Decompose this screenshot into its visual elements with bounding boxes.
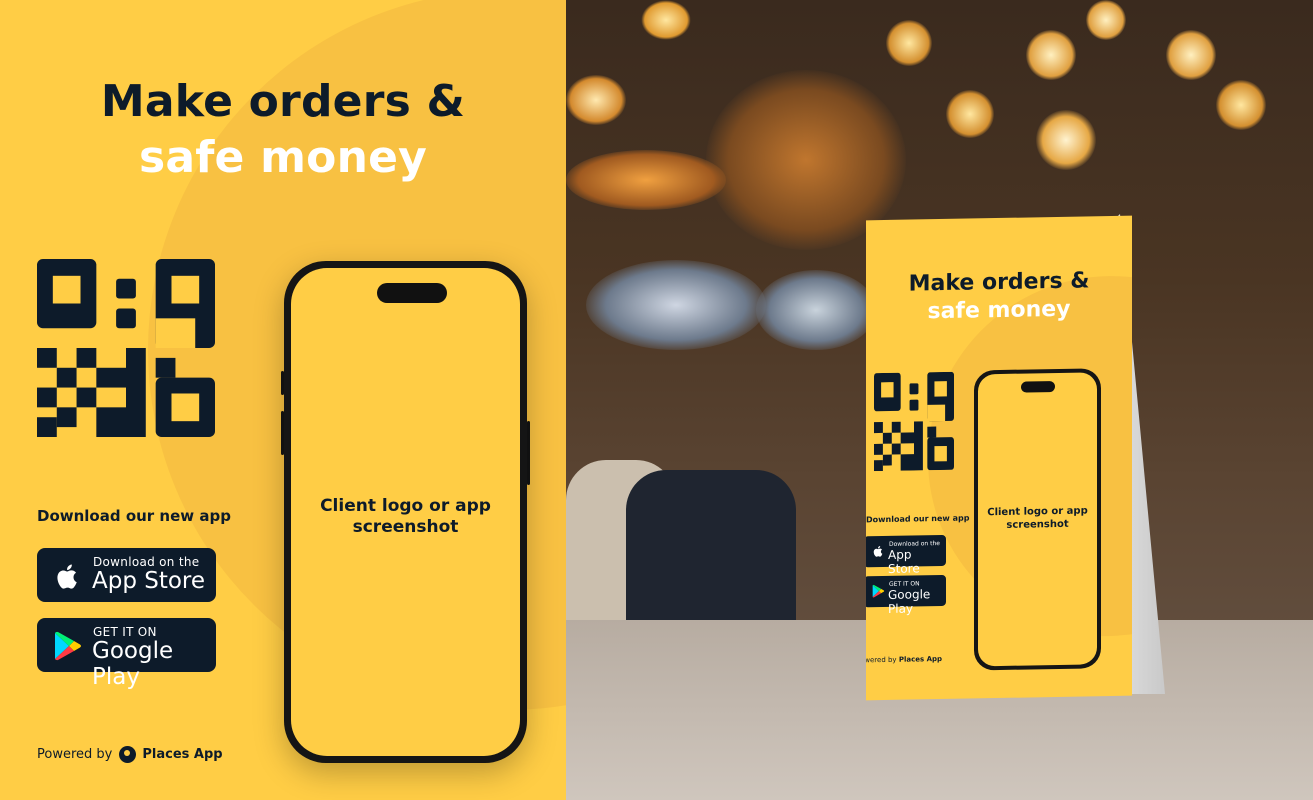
phone-mockup: Client logo or app screenshot	[281, 261, 530, 763]
headline-line-1: Make orders &	[100, 76, 466, 127]
bokeh-light	[566, 75, 626, 125]
tent-headline-line-1: Make orders &	[908, 268, 1090, 297]
qr-code[interactable]	[37, 259, 215, 437]
apple-icon	[873, 545, 883, 557]
bokeh-light	[1086, 0, 1126, 40]
google-play-big-text: Google Play	[92, 638, 174, 690]
google-play-button[interactable]: GET IT ON Google Play	[37, 618, 216, 690]
flyer-panel: Make orders & safe money Download our ne…	[0, 0, 566, 800]
tent-qr-code	[874, 371, 954, 472]
phone-side-button	[527, 421, 530, 485]
bokeh-light	[641, 0, 691, 40]
tent-phone-placeholder-text: Client logo or app screenshot	[987, 505, 1088, 531]
tent-google-play-big: Google Play	[888, 587, 931, 616]
tent-phone-screen: Client logo or app screenshot	[978, 372, 1097, 667]
phone-notch	[377, 283, 447, 303]
tent-powered-by: Powered by Places App	[866, 655, 942, 665]
bokeh-light	[1166, 30, 1216, 80]
tent-app-store-badge: Download on the App Store	[866, 534, 946, 576]
google-play-icon	[872, 584, 885, 598]
powered-by-label: Powered by	[37, 747, 113, 762]
powered-by: Powered by Places App	[37, 746, 223, 763]
tent-card: Make orders & safe money Download our ne…	[866, 215, 1132, 701]
bokeh-light	[1026, 30, 1076, 80]
tent-download-label: Download our new app	[866, 513, 970, 525]
phone-placeholder-text: Client logo or app screenshot	[320, 496, 491, 537]
bokeh-light	[1216, 80, 1266, 130]
apple-icon	[57, 564, 77, 589]
bokeh-light	[586, 260, 766, 350]
places-app-logo-icon	[119, 746, 137, 763]
google-play-icon	[55, 631, 81, 661]
tent-google-play-badge: GET IT ON Google Play	[866, 574, 946, 616]
bokeh-light	[756, 270, 876, 350]
tent-powered-by-label: Powered by	[866, 655, 897, 665]
google-play-small-text: GET IT ON	[93, 625, 157, 639]
phone-side-button	[281, 371, 284, 395]
bokeh-light	[886, 20, 932, 66]
phone-side-button	[281, 411, 284, 455]
flyer-showcase: Make orders & safe money Download our ne…	[0, 0, 1313, 800]
headline-line-2: safe money	[138, 132, 428, 183]
bokeh-light	[1036, 110, 1096, 170]
bokeh-light	[946, 90, 994, 138]
tent-phone-notch	[1021, 381, 1055, 393]
download-label: Download our new app	[37, 507, 231, 525]
bokeh-light	[566, 150, 726, 210]
tent-phone-mockup: Client logo or app screenshot	[974, 368, 1101, 671]
app-store-button[interactable]: Download on the App Store	[37, 548, 216, 602]
tent-headline-line-2: safe money	[927, 296, 1071, 325]
app-store-small-text: Download on the	[93, 555, 200, 569]
tent-app-store-big: App Store	[888, 547, 920, 576]
app-store-big-text: App Store	[92, 568, 206, 594]
phone-screen: Client logo or app screenshot	[291, 268, 520, 756]
brand-name: Places App	[142, 747, 223, 762]
tent-brand-name: Places App	[898, 654, 943, 664]
